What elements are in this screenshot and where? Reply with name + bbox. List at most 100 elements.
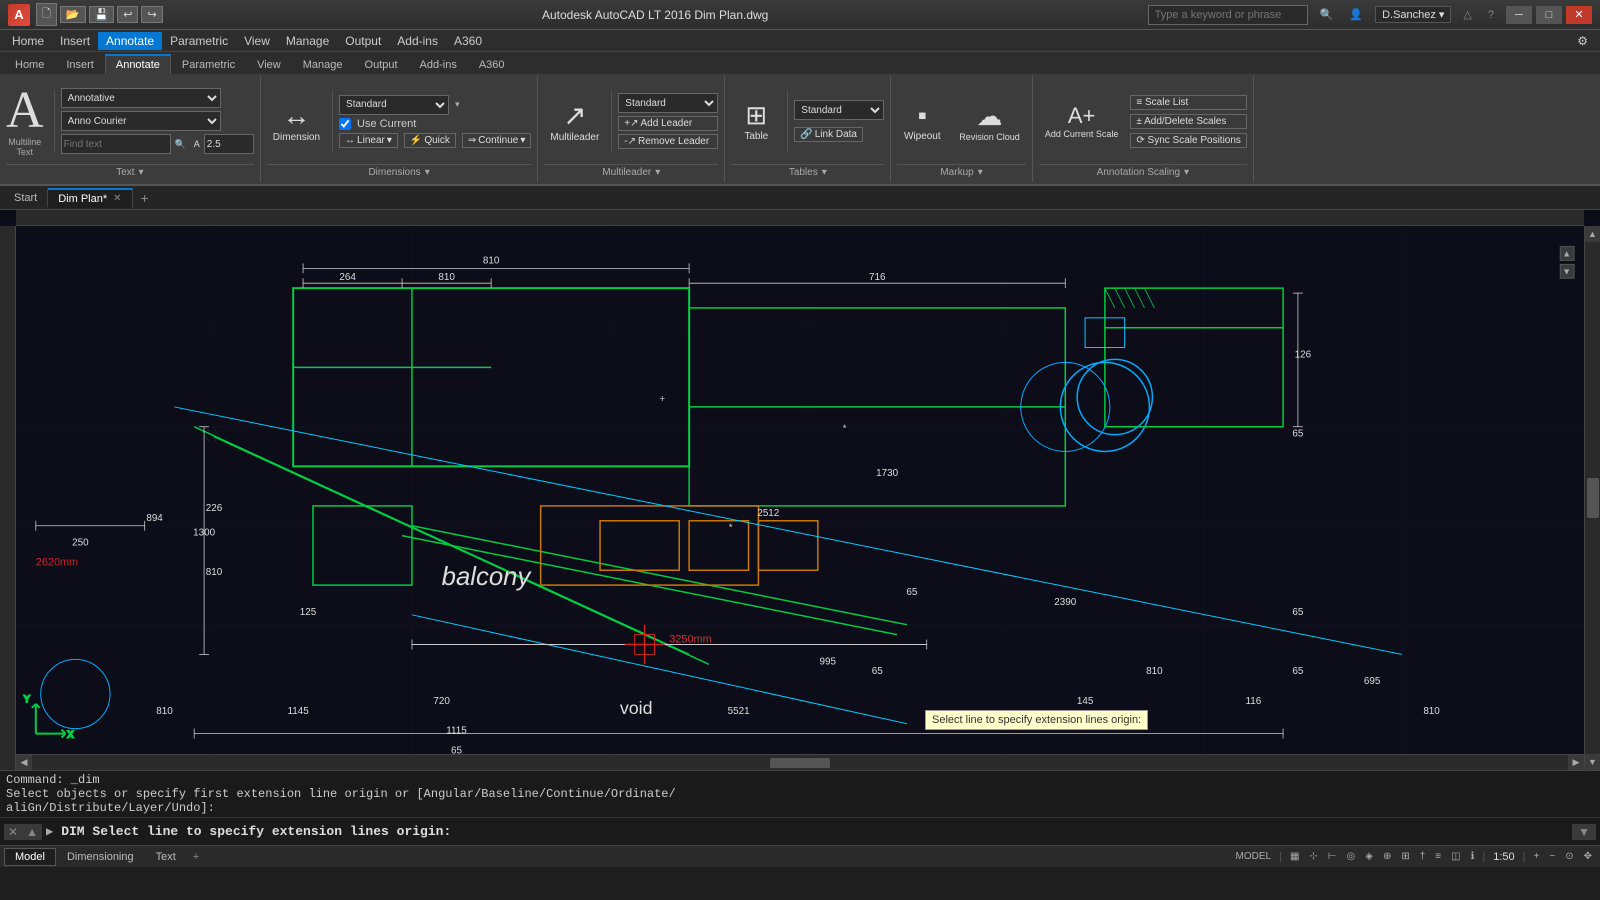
close-button[interactable]: ✕ (1566, 6, 1592, 24)
menu-parametric[interactable]: Parametric (162, 32, 236, 50)
drawing-canvas[interactable]: 2620mm 3250mm 264 810 810 716 2512 1730 … (16, 226, 1584, 770)
find-text-input[interactable] (61, 134, 171, 154)
menu-insert[interactable]: Insert (52, 32, 98, 50)
menu-settings[interactable]: ⚙ (1569, 32, 1596, 50)
table-style-select[interactable]: Standard (794, 100, 884, 120)
tab-addins[interactable]: Add-ins (409, 55, 468, 74)
horizontal-scrollbar[interactable]: ◀ ▶ (16, 754, 1584, 770)
zoom-out-button[interactable]: − (1545, 850, 1559, 863)
maximize-button[interactable]: □ (1536, 6, 1562, 24)
add-delete-scales-button[interactable]: ± Add/Delete Scales (1130, 114, 1247, 129)
dim-style-select[interactable]: Standard (339, 95, 449, 115)
scroll-down-button[interactable]: ▼ (1585, 754, 1600, 770)
annotation-scale[interactable]: 1:50 (1489, 850, 1518, 864)
btm-tab-dimensioning[interactable]: Dimensioning (56, 848, 145, 866)
text-tab-label: Text (156, 851, 176, 863)
add-layout-tab[interactable]: + (187, 849, 205, 865)
close-dim-plan-icon[interactable]: ✕ (113, 193, 121, 204)
ortho-toggle[interactable]: ⊢ (1324, 850, 1341, 863)
table-button[interactable]: ⊞ Table (731, 96, 781, 146)
scale-list-button[interactable]: ≡ Scale List (1130, 95, 1247, 110)
nav-wheel-icon[interactable]: ⊙ (1561, 850, 1577, 863)
use-current-checkbox[interactable] (339, 118, 351, 130)
scroll-left-button[interactable]: ◀ (16, 755, 32, 771)
menu-output[interactable]: Output (337, 32, 389, 50)
linear-button[interactable]: ↔ Linear ▾ (339, 133, 398, 148)
tp-toggle[interactable]: ◫ (1447, 850, 1464, 863)
sync-scale-button[interactable]: ⟳ Sync Scale Positions (1130, 133, 1247, 148)
scroll-up-button[interactable]: ▲ (1585, 226, 1600, 242)
dyn-toggle[interactable]: † (1416, 850, 1430, 863)
pan-icon[interactable]: ✥ (1580, 850, 1596, 863)
wipeout-button[interactable]: ▪ Wipeout (897, 96, 947, 146)
qp-toggle[interactable]: ℹ (1467, 850, 1479, 863)
tab-parametric[interactable]: Parametric (171, 55, 246, 74)
revision-cloud-button[interactable]: ☁ Revision Cloud (953, 97, 1026, 146)
user-menu[interactable]: D.Sanchez ▾ (1375, 6, 1451, 23)
continue-button[interactable]: ⇒ Continue ▾ (462, 133, 531, 148)
leaders-expand-icon[interactable]: ▾ (655, 167, 660, 178)
add-leader-button[interactable]: +↗ Add Leader (618, 116, 718, 131)
vertical-scrollbar[interactable]: ▲ ▼ (1584, 226, 1600, 770)
menu-a360[interactable]: A360 (446, 32, 490, 50)
canvas-area[interactable]: // ruler ticks drawn via SVG inline (0, 210, 1600, 770)
btm-tab-model[interactable]: Model (4, 848, 56, 866)
quick-button[interactable]: ⚡ Quick (404, 133, 456, 148)
menu-annotate[interactable]: Annotate (98, 32, 162, 50)
tab-manage[interactable]: Manage (292, 55, 354, 74)
new-button[interactable]: 🗋 (36, 3, 57, 26)
ann-scaling-expand-icon[interactable]: ▾ (1184, 167, 1189, 178)
link-data-button[interactable]: 🔗 Link Data (794, 127, 863, 142)
save-button[interactable]: 💾 (89, 6, 115, 23)
multileader-button[interactable]: ↗ Multileader (544, 95, 605, 147)
menu-home[interactable]: Home (4, 32, 52, 50)
scroll-thumb-h[interactable] (770, 758, 830, 768)
zoom-in-button[interactable]: + (1530, 850, 1544, 863)
ducs-toggle[interactable]: ⊞ (1397, 850, 1413, 863)
tab-start[interactable]: Start (4, 189, 48, 207)
text-style-select[interactable]: Annotative (61, 88, 221, 108)
close-cmd-button[interactable]: ✕ (4, 824, 22, 840)
remove-leader-button[interactable]: -↗ Remove Leader (618, 134, 718, 149)
tab-view[interactable]: View (246, 55, 292, 74)
markup-expand-icon[interactable]: ▾ (978, 167, 983, 178)
snap-toggle[interactable]: ⊹ (1305, 850, 1321, 863)
osnap-toggle[interactable]: ◈ (1361, 850, 1377, 863)
dimensions-expand-icon[interactable]: ▾ (425, 167, 430, 178)
scroll-thumb-v[interactable] (1587, 478, 1599, 518)
text-size-input[interactable] (204, 134, 254, 154)
tab-output[interactable]: Output (354, 55, 409, 74)
tab-annotate[interactable]: Annotate (105, 54, 171, 74)
command-input-row[interactable]: ✕ ▲ ▶ ▼ (0, 817, 1600, 845)
minimize-button[interactable]: ─ (1506, 6, 1532, 24)
new-tab-button[interactable]: + (133, 187, 157, 209)
otrack-toggle[interactable]: ⊕ (1379, 850, 1395, 863)
tab-home[interactable]: Home (4, 55, 55, 74)
open-button[interactable]: 📂 (60, 6, 86, 23)
tab-a360[interactable]: A360 (468, 55, 516, 74)
add-current-scale-button[interactable]: A+ Add Current Scale (1039, 99, 1125, 143)
menu-addins[interactable]: Add-ins (389, 32, 446, 50)
menu-view[interactable]: View (236, 32, 278, 50)
keyword-search[interactable] (1148, 5, 1308, 25)
leaders-group: ↗ Multileader Standard +↗ Add Leader (538, 76, 725, 182)
menu-manage[interactable]: Manage (278, 32, 337, 50)
grid-toggle[interactable]: ▦ (1286, 850, 1303, 863)
btm-tab-text[interactable]: Text (145, 848, 187, 866)
command-input[interactable] (57, 824, 1572, 839)
redo-button[interactable]: ↪ (141, 6, 162, 23)
font-select[interactable]: Anno Courier (61, 111, 221, 131)
dimension-button[interactable]: ↔ Dimension (267, 96, 326, 147)
cmd-expand-button[interactable]: ▼ (1572, 824, 1596, 840)
scroll-right-button[interactable]: ▶ (1568, 755, 1584, 771)
text-group-expand[interactable]: ▾ (139, 167, 144, 178)
undo-button[interactable]: ↩ (117, 6, 138, 23)
tab-insert[interactable]: Insert (55, 55, 105, 74)
polar-toggle[interactable]: ◎ (1343, 850, 1360, 863)
leader-style-select[interactable]: Standard (618, 93, 718, 113)
tables-expand-icon[interactable]: ▾ (822, 167, 827, 178)
scroll-up-cmd-button[interactable]: ▲ (22, 824, 42, 840)
tab-dim-plan[interactable]: Dim Plan* ✕ (48, 188, 132, 208)
multiline-text-button[interactable]: A (6, 85, 44, 137)
lw-toggle[interactable]: ≡ (1431, 850, 1445, 863)
